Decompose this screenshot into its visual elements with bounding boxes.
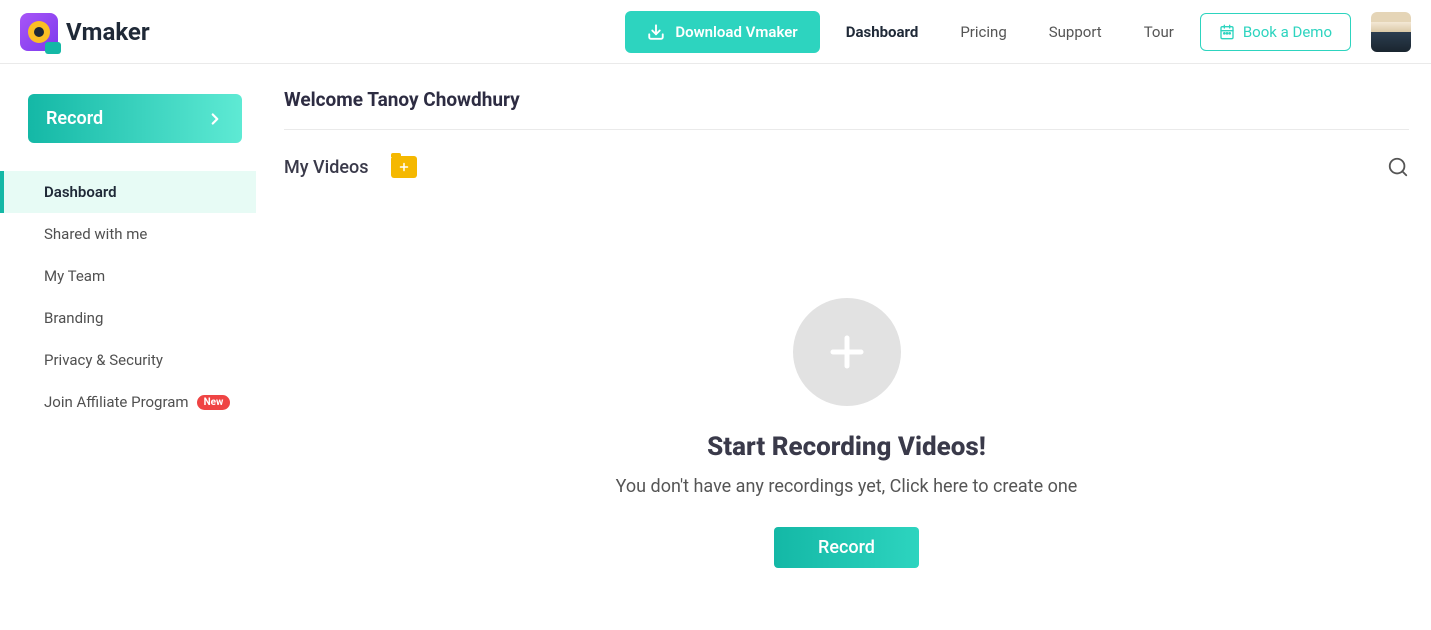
sidebar-item-affiliate[interactable]: Join Affiliate Program New [0,381,256,423]
empty-state: Start Recording Videos! You don't have a… [284,178,1409,568]
sidebar-item-team[interactable]: My Team [0,255,256,297]
sidebar-item-shared[interactable]: Shared with me [0,213,256,255]
chevron-right-icon [206,110,224,128]
search-icon[interactable] [1387,156,1409,178]
app-header: Vmaker Download Vmaker Dashboard Pricing… [0,0,1431,64]
sidebar-record-button[interactable]: Record [28,94,242,143]
section-left: My Videos [284,156,417,178]
sidebar-label-branding: Branding [44,309,103,327]
sidebar-label-dashboard: Dashboard [44,183,117,201]
book-demo-button[interactable]: Book a Demo [1200,13,1351,51]
download-icon [647,23,665,41]
logo-icon [20,13,58,51]
top-nav: Download Vmaker Dashboard Pricing Suppor… [625,11,1411,53]
user-avatar[interactable] [1371,12,1411,52]
nav-dashboard[interactable]: Dashboard [830,15,935,49]
new-badge: New [197,395,231,410]
plus-large-icon [823,328,871,376]
sidebar-label-privacy: Privacy & Security [44,351,163,369]
download-button[interactable]: Download Vmaker [625,11,819,53]
sidebar-item-branding[interactable]: Branding [0,297,256,339]
empty-plus-button[interactable] [793,298,901,406]
calendar-icon [1219,24,1235,40]
section-title: My Videos [284,157,369,178]
sidebar-label-team: My Team [44,267,105,285]
welcome-heading: Welcome Tanoy Chowdhury [284,88,1409,130]
empty-subtitle: You don't have any recordings yet, Click… [616,476,1078,497]
brand-name: Vmaker [66,18,150,46]
sidebar-label-shared: Shared with me [44,225,147,243]
sidebar-item-dashboard[interactable]: Dashboard [0,171,256,213]
sidebar-item-privacy[interactable]: Privacy & Security [0,339,256,381]
download-label: Download Vmaker [675,23,797,41]
add-folder-button[interactable] [391,156,417,178]
nav-support[interactable]: Support [1033,15,1118,49]
empty-record-button[interactable]: Record [774,527,919,568]
main-layout: Record Dashboard Shared with me My Team … [0,64,1431,630]
section-header: My Videos [284,130,1409,178]
empty-title: Start Recording Videos! [707,432,986,462]
sidebar-label-affiliate: Join Affiliate Program [44,393,189,411]
sidebar: Record Dashboard Shared with me My Team … [0,64,256,630]
nav-tour[interactable]: Tour [1128,15,1190,49]
nav-pricing[interactable]: Pricing [944,15,1022,49]
record-label: Record [46,108,103,129]
demo-label: Book a Demo [1243,23,1332,41]
main-content: Welcome Tanoy Chowdhury My Videos Start … [256,64,1431,630]
brand-logo[interactable]: Vmaker [20,13,150,51]
sidebar-menu: Dashboard Shared with me My Team Brandin… [0,171,256,423]
plus-icon [398,161,410,173]
